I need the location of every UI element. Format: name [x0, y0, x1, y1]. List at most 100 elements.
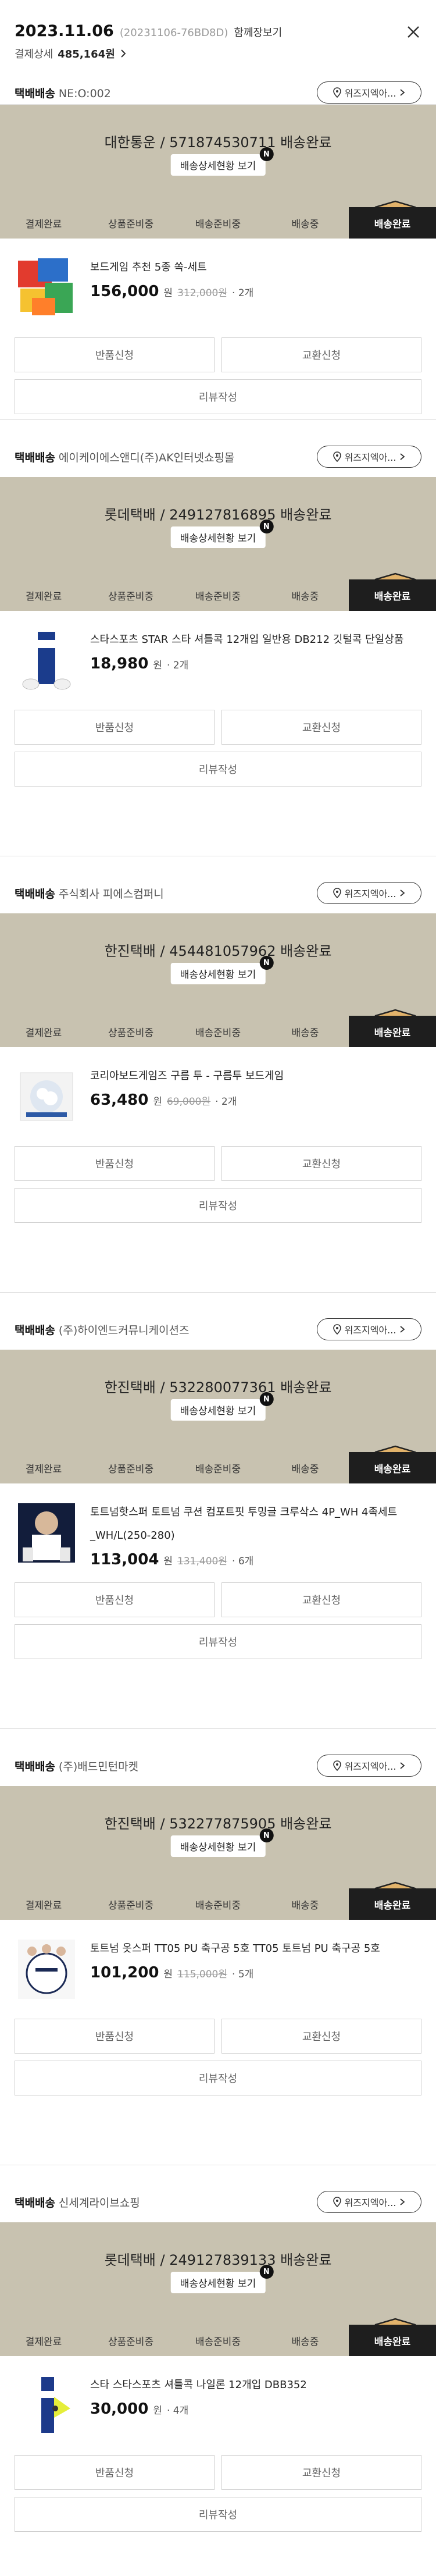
- product-actions: 반품신청 교환신청 리뷰작성: [0, 710, 436, 787]
- order-header: 2023.11.06 (20231106-76BD8D) 함께장보기 결제상세 …: [0, 0, 436, 105]
- step-2: 배송준비중: [195, 2336, 241, 2348]
- review-button[interactable]: 리뷰작성: [15, 2061, 421, 2095]
- shipment-header: 택배배송 신세계라이브쇼핑 위즈지엑아...: [0, 2182, 436, 2222]
- review-button[interactable]: 리뷰작성: [15, 1188, 421, 1223]
- step-3: 배송중: [291, 590, 319, 603]
- product-actions: 반품신청 교환신청 리뷰작성: [0, 337, 436, 414]
- chevron-right-icon: [400, 1326, 405, 1333]
- shipment-1-header: 택배배송 NE:O:002 위즈지엑아...: [15, 81, 421, 104]
- quantity: · 5개: [232, 1968, 254, 1980]
- tracking-detail-button[interactable]: 배송상세현황 보기 N: [170, 956, 274, 984]
- delivery-steps: 결제완료 상품준비중 배송준비중 배송중 배송완료: [0, 579, 436, 611]
- step-1: 상품준비중: [108, 1463, 154, 1475]
- price-row: 156,000 원 312,000원 · 2개: [90, 283, 421, 300]
- carrier-status: 대한통운 / 571874530711 배송완료: [104, 134, 332, 151]
- delivery-status-banner: 롯데택배 / 249127816895 배송완료 배송상세현황 보기 N 결제완…: [0, 477, 436, 611]
- delivery-status-banner: 한진택배 / 532280077361 배송완료 배송상세현황 보기 N 결제완…: [0, 1350, 436, 1483]
- return-button[interactable]: 반품신청: [15, 1146, 215, 1181]
- product-item[interactable]: 코리아보드게임즈 구름 투 - 구름투 보드게임 63,480 원 69,000…: [0, 1047, 436, 1146]
- product-image: [15, 1065, 78, 1129]
- delivery-status-banner: 대한통운 / 571874530711 배송완료 배송상세현황 보기 N 결제완…: [0, 105, 436, 239]
- tracking-detail-button[interactable]: 배송상세현황 보기 N: [170, 1392, 274, 1421]
- sale-price: 113,004: [90, 1551, 159, 1568]
- tracking-detail-button[interactable]: 배송상세현황 보기 N: [170, 1828, 274, 1857]
- product-info: 토트넘 옷스퍼 TT05 PU 축구공 5호 TT05 토트넘 PU 축구공 5…: [90, 1937, 421, 2019]
- step-2: 배송준비중: [195, 1463, 241, 1475]
- return-button[interactable]: 반품신청: [15, 2455, 215, 2490]
- seller-name: 주식회사 피에스컴퍼니: [58, 887, 164, 901]
- product-item[interactable]: 스타스포츠 STAR 스타 셔틀콕 12개입 일반용 DB212 깃털콕 단일상…: [0, 611, 436, 710]
- location-button[interactable]: 위즈지엑아...: [317, 882, 421, 904]
- order-title-row: 2023.11.06 (20231106-76BD8D) 함께장보기: [15, 22, 421, 40]
- review-button[interactable]: 리뷰작성: [15, 2497, 421, 2532]
- step-3: 배송중: [291, 218, 319, 230]
- tracking-detail-button[interactable]: 배송상세현황 보기 N: [170, 2265, 274, 2293]
- review-button[interactable]: 리뷰작성: [15, 1624, 421, 1659]
- product-info: 코리아보드게임즈 구름 투 - 구름투 보드게임 63,480 원 69,000…: [90, 1065, 421, 1146]
- order-date: 2023.11.06: [15, 22, 114, 40]
- review-button[interactable]: 리뷰작성: [15, 752, 421, 787]
- return-button[interactable]: 반품신청: [15, 2019, 215, 2054]
- currency-label: 원: [153, 2404, 162, 2417]
- section-divider: [0, 1292, 436, 1293]
- shipment-label: 택배배송 (주)배드민턴마켓: [15, 1758, 138, 1774]
- step-3: 배송중: [291, 1027, 319, 1039]
- product-info: 스타스포츠 STAR 스타 셔틀콕 12개입 일반용 DB212 깃털콕 단일상…: [90, 628, 421, 710]
- location-button-label: 위즈지엑아...: [344, 1761, 396, 1772]
- location-button[interactable]: 위즈지엑아...: [317, 1755, 421, 1777]
- step-0: 결제완료: [25, 1899, 62, 1912]
- close-icon[interactable]: [403, 22, 423, 42]
- original-price: 312,000원: [177, 287, 228, 299]
- exchange-button[interactable]: 교환신청: [221, 1146, 421, 1181]
- step-1: 상품준비중: [108, 2336, 154, 2348]
- currency-label: 원: [153, 1095, 162, 1108]
- return-button[interactable]: 반품신청: [15, 1582, 215, 1617]
- location-pin-icon: [333, 888, 341, 898]
- quantity: · 4개: [166, 2404, 189, 2417]
- section-divider: [0, 1728, 436, 1729]
- currency-label: 원: [163, 1555, 173, 1567]
- payment-detail-link[interactable]: 결제상세 485,164원: [15, 46, 421, 61]
- new-badge: N: [259, 147, 274, 161]
- ship-type: 택배배송: [15, 2196, 55, 2209]
- price-row: 18,980 원 · 2개: [90, 655, 421, 673]
- location-button[interactable]: 위즈지엑아...: [317, 1318, 421, 1340]
- sale-price: 156,000: [90, 283, 159, 300]
- delivery-status-banner: 롯데택배 / 249127839133 배송완료 배송상세현황 보기 N 결제완…: [0, 2222, 436, 2356]
- currency-label: 원: [163, 287, 173, 299]
- tracking-detail-button[interactable]: 배송상세현황 보기 N: [170, 520, 274, 548]
- product-item[interactable]: 보드게임 추천 5종 쏙-세트 156,000 원 312,000원 · 2개: [0, 239, 436, 337]
- exchange-button[interactable]: 교환신청: [221, 337, 421, 372]
- product-actions: 반품신청 교환신청 리뷰작성: [0, 2455, 436, 2532]
- location-button[interactable]: 위즈지엑아...: [317, 81, 421, 104]
- exchange-button[interactable]: 교환신청: [221, 710, 421, 745]
- product-item[interactable]: 토트넘핫스퍼 토트넘 쿠션 컴포트핏 투밍글 크루삭스 4P_WH 4족세트_W…: [0, 1483, 436, 1582]
- product-image: [15, 2374, 78, 2438]
- product-name: 보드게임 추천 5종 쏙-세트: [90, 261, 207, 273]
- chevron-right-icon: [400, 2198, 405, 2205]
- product-item[interactable]: 토트넘 옷스퍼 TT05 PU 축구공 5호 TT05 토트넘 PU 축구공 5…: [0, 1920, 436, 2019]
- shipment-label: 택배배송 (주)하이엔드커뮤니케이션즈: [15, 1322, 190, 1337]
- exchange-button[interactable]: 교환신청: [221, 1582, 421, 1617]
- seller-name: (주)배드민턴마켓: [58, 1760, 139, 1773]
- carrier-status: 한진택배 / 532280077361 배송완료: [104, 1379, 332, 1396]
- product-image: [15, 628, 78, 692]
- step-4: 배송완료: [349, 1888, 436, 1920]
- location-button[interactable]: 위즈지엑아...: [317, 446, 421, 468]
- return-exchange-row: 반품신청 교환신청: [15, 337, 421, 372]
- payment-detail-label: 결제상세: [15, 48, 53, 61]
- shipment-section: 택배배송 주식회사 피에스컴퍼니 위즈지엑아... 한진택배 / 45448105…: [0, 873, 436, 1309]
- exchange-button[interactable]: 교환신청: [221, 2455, 421, 2490]
- location-button[interactable]: 위즈지엑아...: [317, 2191, 421, 2213]
- review-button[interactable]: 리뷰작성: [15, 379, 421, 414]
- step-1: 상품준비중: [108, 218, 154, 230]
- shipment-header: 택배배송 (주)배드민턴마켓 위즈지엑아...: [0, 1745, 436, 1786]
- exchange-button[interactable]: 교환신청: [221, 2019, 421, 2054]
- return-button[interactable]: 반품신청: [15, 710, 215, 745]
- tracking-detail-button[interactable]: 배송상세현황 보기 N: [170, 147, 274, 176]
- sale-price: 18,980: [90, 655, 149, 673]
- location-button-label: 위즈지엑아...: [344, 888, 396, 899]
- product-item[interactable]: 스타 스타스포츠 셔틀콕 나일론 12개입 DBB352 30,000 원 · …: [0, 2356, 436, 2455]
- product-actions: 반품신청 교환신청 리뷰작성: [0, 2019, 436, 2095]
- return-button[interactable]: 반품신청: [15, 337, 215, 372]
